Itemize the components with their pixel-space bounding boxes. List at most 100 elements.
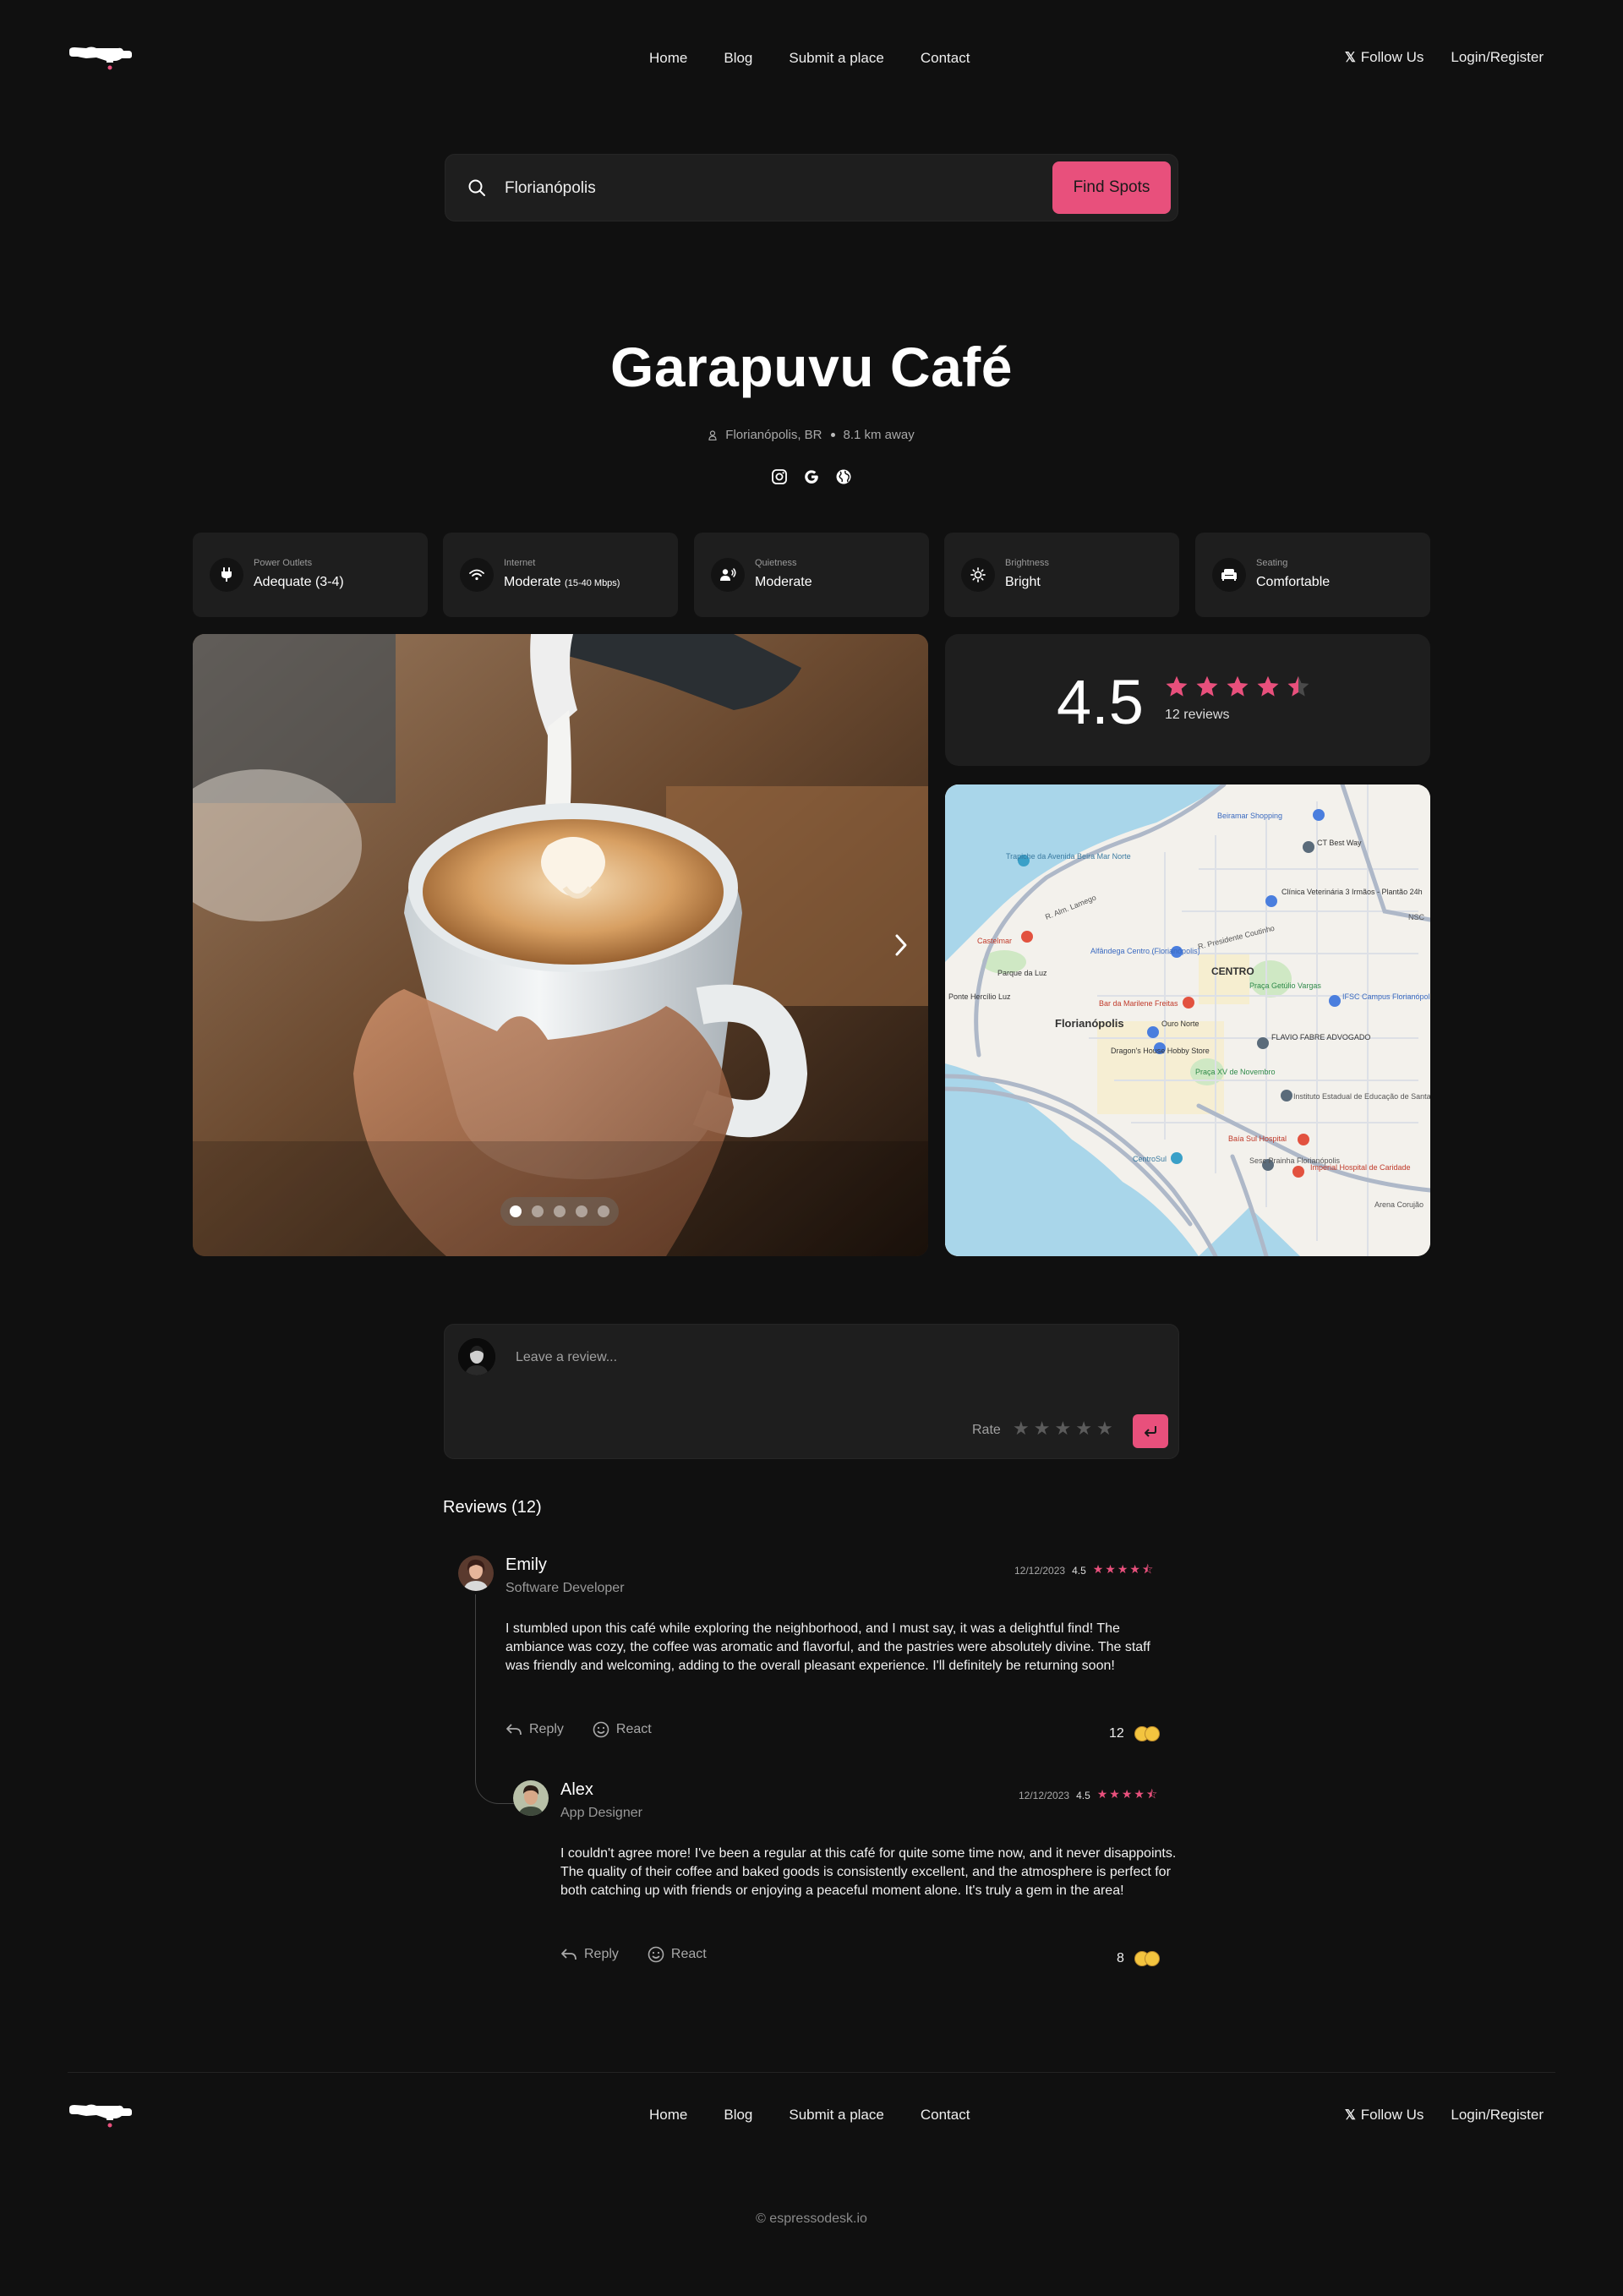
map-label: Baía Sul Hospital: [1228, 1134, 1287, 1143]
review-stars: ★★★★⯪: [1092, 1562, 1156, 1576]
footer-home-link[interactable]: Home: [649, 2107, 687, 2124]
review-text: I stumbled upon this café while explorin…: [505, 1621, 1150, 1673]
gallery-dot[interactable]: [554, 1205, 566, 1217]
amenity-seating: Seating Comfortable: [1195, 533, 1430, 617]
map-label: Beiramar Shopping: [1217, 812, 1282, 820]
find-spots-button[interactable]: Find Spots: [1052, 161, 1171, 214]
review-actions: Reply React: [505, 1721, 652, 1738]
review-input[interactable]: [516, 1343, 1107, 1372]
place-title: Garapuvu Café: [610, 336, 1013, 398]
submit-review-button[interactable]: [1133, 1414, 1168, 1448]
enter-icon: [1145, 1426, 1156, 1437]
review-stars: ★★★★⯪: [1096, 1787, 1160, 1801]
user-avatar: [458, 1338, 495, 1375]
reply-button[interactable]: Reply: [505, 1721, 564, 1738]
footer-actions: 𝕏 Follow Us Login/Register: [1345, 2107, 1544, 2124]
map-label: Parque da Luz: [997, 969, 1047, 977]
footer-blog-link[interactable]: Blog: [724, 2107, 752, 2124]
review-date: 12/12/2023: [1019, 1790, 1070, 1801]
location-map[interactable]: CENTRO Florianópolis Parque da Luz Praça…: [945, 784, 1430, 1256]
rate-star-5[interactable]: ★: [1096, 1418, 1113, 1440]
instagram-icon[interactable]: [771, 468, 788, 485]
review-count: 12 reviews: [1165, 708, 1230, 722]
reactions-summary[interactable]: 8: [1117, 1951, 1160, 1966]
map-label: Trapiche da Avenida Beira Mar Norte: [1006, 852, 1131, 861]
gallery-dot[interactable]: [598, 1205, 609, 1217]
emoji-reactions-icon: [1134, 1951, 1160, 1966]
react-button[interactable]: React: [593, 1721, 652, 1738]
map-label: Ponte Hercílio Luz: [948, 992, 1011, 1001]
nav-home-link[interactable]: Home: [649, 49, 687, 68]
review-text: I couldn't agree more! I've been a regul…: [560, 1846, 1177, 1898]
review-score: 4.5: [1072, 1565, 1086, 1577]
reaction-count: 12: [1109, 1726, 1124, 1741]
rate-star-1[interactable]: ★: [1013, 1418, 1030, 1440]
footer-submit-link[interactable]: Submit a place: [789, 2107, 883, 2124]
reviews-heading: Reviews (12): [443, 1498, 542, 1517]
follow-us-label: Follow Us: [1360, 49, 1424, 65]
reviewer-avatar[interactable]: [458, 1555, 494, 1591]
reply-button[interactable]: Reply: [560, 1946, 619, 1963]
top-header: Home Blog Submit a place Contact 𝕏 Follo…: [0, 0, 1623, 118]
gallery-pagination: [500, 1197, 619, 1226]
review-actions: Reply React: [560, 1946, 707, 1963]
footer-contact-link[interactable]: Contact: [921, 2107, 970, 2124]
emoji-reactions-icon: [1134, 1726, 1160, 1741]
amenity-label: Power Outlets: [254, 558, 313, 568]
footer-divider: [68, 2072, 1555, 2073]
map-label: Ouro Norte: [1161, 1020, 1199, 1028]
amenity-power-outlets: Power Outlets Adequate (3-4): [193, 533, 428, 617]
nav-contact-link[interactable]: Contact: [921, 49, 970, 68]
gallery-dot[interactable]: [576, 1205, 587, 1217]
map-label: Dragon's House Hobby Store: [1111, 1047, 1210, 1055]
globe-icon[interactable]: [835, 468, 852, 485]
footer-logo[interactable]: [68, 2100, 132, 2130]
search-input[interactable]: [505, 172, 978, 205]
star-icon: [1166, 675, 1188, 697]
follow-us-link[interactable]: 𝕏 Follow Us: [1345, 49, 1424, 66]
footer-follow-us-link[interactable]: 𝕏 Follow Us: [1345, 2107, 1424, 2124]
rating-card: 4.5 12 reviews: [945, 634, 1430, 766]
reviewer-name: Emily: [505, 1555, 547, 1574]
reviewer-role: App Designer: [560, 1806, 642, 1820]
wifi-icon: [460, 558, 494, 592]
review-date-rating: 12/12/2023 4.5 ★★★★⯪: [1019, 1785, 1159, 1806]
espresso-logo[interactable]: [68, 42, 132, 73]
reactions-summary[interactable]: 12: [1109, 1726, 1160, 1741]
reply-icon: [561, 1949, 577, 1960]
rate-label: Rate: [972, 1423, 1001, 1437]
login-register-link[interactable]: Login/Register: [1451, 49, 1544, 66]
react-button[interactable]: React: [648, 1946, 707, 1963]
review-score: 4.5: [1076, 1790, 1090, 1801]
star-icon: [1227, 675, 1249, 697]
amenity-value: Bright: [1005, 575, 1041, 589]
plug-icon: [210, 558, 243, 592]
amenity-internet: Internet Moderate (15-40 Mbps): [443, 533, 678, 617]
google-icon[interactable]: [803, 468, 820, 485]
react-label: React: [615, 1722, 652, 1736]
voice-icon: [711, 558, 745, 592]
rate-star-3[interactable]: ★: [1054, 1418, 1071, 1440]
gallery-dot[interactable]: [532, 1205, 544, 1217]
sun-icon: [961, 558, 995, 592]
gallery-dot[interactable]: [510, 1205, 522, 1217]
rate-star-4[interactable]: ★: [1075, 1418, 1092, 1440]
nav-submit-link[interactable]: Submit a place: [789, 49, 883, 68]
header-actions: 𝕏 Follow Us Login/Register: [1345, 49, 1544, 66]
amenity-quietness: Quietness Moderate: [694, 533, 929, 617]
map-label: NSC: [1408, 913, 1425, 921]
photo-gallery[interactable]: [193, 634, 928, 1256]
nav-blog-link[interactable]: Blog: [724, 49, 752, 68]
footer-login-register-link[interactable]: Login/Register: [1451, 2107, 1544, 2124]
x-icon: 𝕏: [1344, 51, 1356, 65]
place-location: Florianópolis, BR: [725, 428, 822, 442]
social-links: [0, 468, 1623, 485]
amenity-value: Comfortable: [1256, 575, 1331, 589]
next-photo-button[interactable]: [883, 921, 920, 969]
reviewer-avatar[interactable]: [513, 1780, 549, 1816]
map-label: Sesc Prainha Florianópolis: [1249, 1156, 1341, 1165]
rate-star-2[interactable]: ★: [1034, 1418, 1051, 1440]
map-label: FLAVIO FABRE ADVOGADO: [1271, 1033, 1370, 1041]
review-date: 12/12/2023: [1014, 1565, 1066, 1577]
review-date-rating: 12/12/2023 4.5 ★★★★⯪: [1014, 1561, 1155, 1581]
